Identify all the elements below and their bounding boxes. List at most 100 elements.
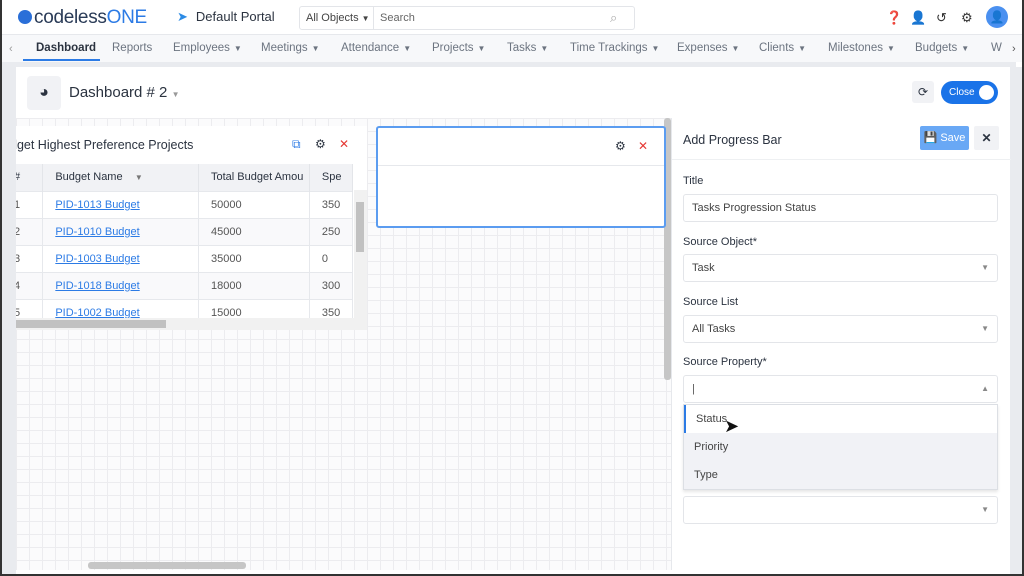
user-avatar[interactable]: 👤 [986,6,1008,28]
tab-milestones[interactable]: Milestones ▼ [828,42,895,54]
source-property-input[interactable]: | ▲ [683,375,998,403]
add-user-icon[interactable]: 👤 [910,10,926,26]
tab-label: Employees [173,42,230,54]
logo-mark-icon [18,10,32,24]
search-input[interactable]: Search [374,12,610,24]
option-type[interactable]: Type [684,461,997,489]
portal-selector[interactable]: ➤ Default Portal [177,9,275,25]
column-header[interactable]: Spe [309,164,354,191]
tab-projects[interactable]: Projects ▼ [432,42,485,54]
tab-attendance[interactable]: Attendance ▼ [341,42,411,54]
close-edit-toggle[interactable]: Close [941,81,998,104]
nav-scroll-right-icon[interactable]: › [1012,43,1016,55]
close-panel-button[interactable]: ✕ [974,126,999,150]
tab-employees[interactable]: Employees ▼ [173,42,242,54]
logo-text: codeless [34,7,107,28]
column-header[interactable]: Total Budget Amou [198,164,310,191]
caret-down-icon: ▼ [171,90,180,99]
table-row[interactable]: 4 PID-1018 Budget 18000300 [16,271,354,299]
new-widget-placeholder[interactable]: ⚙ ✕ [376,126,666,228]
table-horizontal-scrollbar[interactable] [16,318,367,330]
budget-table: # Budget Name ▼ Total Budget Amou Spe 1P… [16,164,354,326]
nav-scroll-left-icon[interactable]: ‹ [9,43,13,55]
search-scope-select[interactable]: All Objects ▼ [300,7,374,29]
help-icon[interactable]: ❓ [886,10,902,26]
table-cell: 300 [309,271,354,299]
tab-dashboard[interactable]: Dashboard [36,42,96,54]
tab-label: Expenses [677,42,728,54]
tab-label: Projects [432,42,474,54]
title-input[interactable]: Tasks Progression Status [683,194,998,222]
save-label: Save [940,132,966,144]
tab-label: Meetings [261,42,308,54]
tab-expenses[interactable]: Expenses ▼ [677,42,739,54]
save-button[interactable]: 💾 Save [920,126,969,150]
tab-more[interactable]: W [991,42,1002,54]
caret-down-icon: ▼ [651,44,660,53]
budget-link[interactable]: PID-1003 Budget [55,253,139,265]
budget-link[interactable]: PID-1018 Budget [55,280,139,292]
option-priority[interactable]: Priority [684,433,997,461]
title-label: Title [683,175,704,187]
caret-down-icon: ▼ [886,44,895,53]
table-row[interactable]: 2 PID-1010 Budget 45000250 [16,217,354,245]
toggle-knob [979,85,994,100]
refresh-button[interactable]: ⟳ [912,81,934,103]
close-label: Close [949,87,975,98]
column-header[interactable]: # [16,164,44,191]
dashboard-title[interactable]: Dashboard # 2 ▼ [69,84,180,101]
widget-title: dget Highest Preference Projects [16,138,194,152]
caret-down-icon: ▼ [981,263,989,272]
tab-label: Clients [759,42,795,54]
source-list-select[interactable]: All Tasks ▼ [683,315,998,343]
caret-down-icon: ▼ [961,44,970,53]
scroll-thumb[interactable] [16,320,166,328]
table-cell: PID-1003 Budget [42,244,199,272]
scroll-thumb[interactable] [356,202,364,252]
open-external-icon[interactable]: ⧉ [292,137,301,152]
gear-icon[interactable]: ⚙ [961,10,973,26]
budget-widget: dget Highest Preference Projects ⧉ ⚙ ✕ #… [16,126,367,330]
gear-icon[interactable]: ⚙ [615,139,626,153]
close-icon[interactable]: ✕ [638,139,648,153]
history-icon[interactable]: ↺ [936,10,947,26]
divider [672,159,1011,160]
search-scope-value: All Objects [306,12,359,24]
column-header[interactable]: Budget Name ▼ [42,164,199,191]
tab-label: Time Trackings [570,42,648,54]
table-row[interactable]: 3 PID-1003 Budget 350000 [16,244,354,272]
table-cell: PID-1018 Budget [42,271,199,299]
gear-icon[interactable]: ⚙ [315,137,326,151]
portal-name: Default Portal [195,9,275,24]
source-object-select[interactable]: Task ▼ [683,254,998,282]
tab-tasks[interactable]: Tasks ▼ [507,42,548,54]
select-value: Task [692,262,715,274]
tab-reports[interactable]: Reports [112,42,152,54]
tab-time-trackings[interactable]: Time Trackings ▼ [570,42,659,54]
budget-link[interactable]: PID-1002 Budget [55,307,139,319]
search-icon[interactable]: ⌕ [610,10,634,26]
top-bar: codelessONE ➤ Default Portal All Objects … [0,0,1024,35]
pie-chart-icon: ◕ [27,76,61,110]
source-object-label: Source Object* [683,236,757,248]
paper-plane-icon: ➤ [177,9,188,24]
caret-down-icon: ▼ [798,44,807,53]
canvas-horizontal-scrollbar[interactable] [88,562,246,569]
budget-link[interactable]: PID-1010 Budget [55,226,139,238]
tab-clients[interactable]: Clients ▼ [759,42,806,54]
caret-down-icon: ▼ [540,44,549,53]
next-select[interactable]: ▼ [683,496,998,524]
close-icon[interactable]: ✕ [339,137,349,151]
logo-text-suffix: ONE [106,7,148,28]
table-row[interactable]: 1 PID-1013 Budget 50000350 [16,190,354,218]
logo[interactable]: codelessONE [18,7,147,29]
caret-down-icon: ▼ [361,13,370,23]
caret-down-icon: ▼ [477,44,486,53]
tab-budgets[interactable]: Budgets ▼ [915,42,969,54]
tab-meetings[interactable]: Meetings ▼ [261,42,320,54]
budget-link[interactable]: PID-1013 Budget [55,199,139,211]
table-vertical-scrollbar[interactable] [354,190,367,318]
mouse-cursor-icon: ➤ [724,416,740,436]
caret-down-icon: ▼ [731,44,740,53]
global-search: All Objects ▼ Search ⌕ [299,6,635,30]
